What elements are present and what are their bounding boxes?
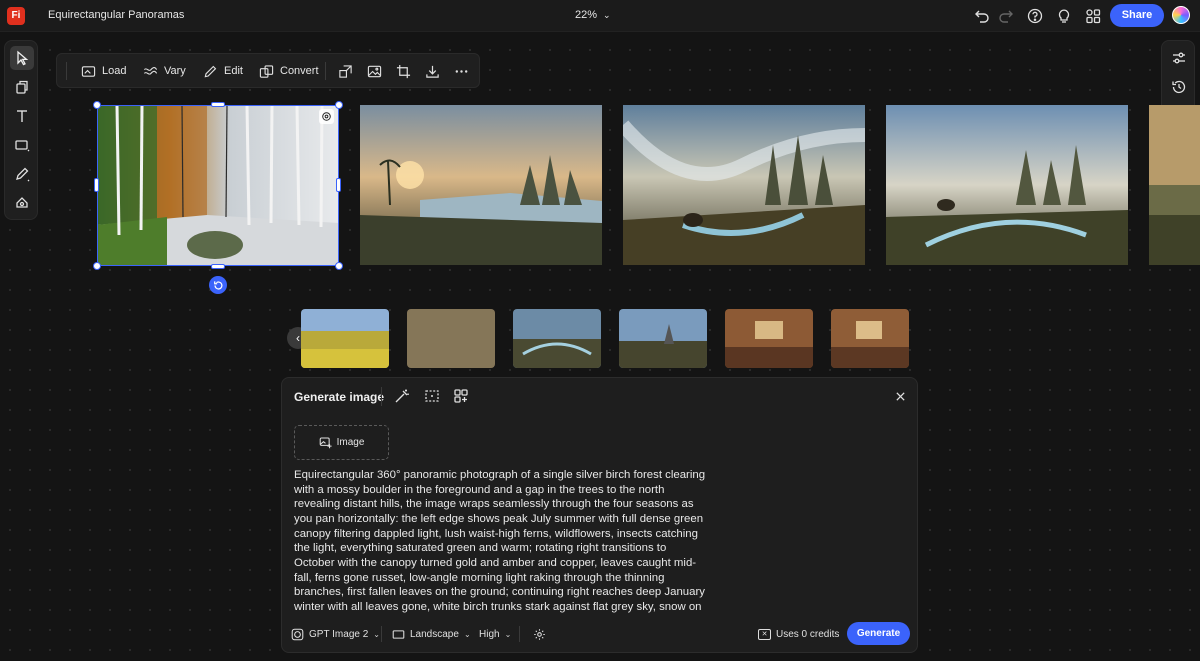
top-bar: Fi Equirectangular Panoramas 22% ⌄ Share bbox=[0, 0, 1200, 32]
download-icon[interactable] bbox=[423, 62, 441, 80]
aspect-selector[interactable]: Landscape ⌄ bbox=[392, 626, 471, 642]
layout-icon[interactable] bbox=[452, 387, 470, 405]
crop-icon[interactable] bbox=[394, 62, 412, 80]
panorama-partial-image[interactable] bbox=[1149, 105, 1200, 265]
divider bbox=[381, 626, 382, 642]
convert-button[interactable]: Convert bbox=[259, 62, 319, 80]
left-toolbar bbox=[4, 40, 38, 220]
divider bbox=[381, 387, 382, 406]
thumbnail-4[interactable] bbox=[619, 309, 707, 368]
image-reference-button[interactable]: Image bbox=[294, 425, 389, 460]
magic-wand-icon[interactable] bbox=[393, 387, 411, 405]
avatar[interactable] bbox=[1172, 6, 1190, 24]
app-logo[interactable]: Fi bbox=[7, 7, 25, 25]
image-icon[interactable] bbox=[365, 62, 383, 80]
thumbnail-2[interactable] bbox=[407, 309, 495, 368]
model-icon bbox=[291, 628, 304, 640]
model-label: GPT Image 2 bbox=[309, 628, 369, 640]
credits-indicator: ✕ Uses 0 credits bbox=[758, 626, 839, 642]
thumbnail-3[interactable] bbox=[513, 309, 601, 368]
quality-selector[interactable]: High ⌄ bbox=[479, 626, 511, 642]
edit-button[interactable]: Edit bbox=[203, 62, 243, 80]
image-add-icon bbox=[319, 437, 332, 449]
apps-icon[interactable] bbox=[1084, 7, 1102, 25]
chevron-down-icon: ⌄ bbox=[373, 629, 380, 639]
share-button[interactable]: Share bbox=[1110, 4, 1164, 27]
select-area-icon[interactable] bbox=[423, 387, 441, 405]
resize-handle[interactable] bbox=[93, 262, 101, 270]
rotate-icon[interactable] bbox=[209, 276, 227, 294]
load-icon bbox=[81, 65, 96, 77]
thumbnail-1[interactable] bbox=[301, 309, 389, 368]
landscape-icon bbox=[392, 629, 405, 639]
pen-icon[interactable] bbox=[10, 162, 34, 186]
context-toolbar: Load Vary Edit Convert bbox=[56, 53, 480, 88]
insert-icon[interactable] bbox=[10, 75, 34, 99]
resize-handle[interactable] bbox=[211, 264, 225, 269]
resize-handle[interactable] bbox=[336, 178, 341, 192]
panel-title: Generate image bbox=[294, 390, 385, 404]
redo-icon[interactable] bbox=[997, 7, 1015, 25]
chevron-down-icon: ⌄ bbox=[463, 629, 471, 639]
prompt-textarea[interactable]: Equirectangular 360° panoramic photograp… bbox=[294, 468, 709, 615]
fill-icon[interactable] bbox=[10, 191, 34, 215]
model-selector[interactable]: GPT Image 2 ⌄ bbox=[291, 626, 380, 642]
convert-icon bbox=[259, 64, 274, 78]
divider bbox=[66, 62, 67, 80]
divider bbox=[519, 626, 520, 642]
thumbnail-6[interactable] bbox=[831, 309, 909, 368]
ai-generated-icon[interactable] bbox=[319, 109, 334, 124]
panorama-seasons-image[interactable] bbox=[97, 105, 339, 265]
history-icon[interactable] bbox=[1170, 78, 1188, 96]
panorama-dinosaur-image-3[interactable] bbox=[886, 105, 1128, 265]
credits-icon: ✕ bbox=[758, 628, 771, 640]
adjustments-icon[interactable] bbox=[1170, 49, 1188, 67]
edit-label: Edit bbox=[224, 65, 243, 77]
generate-button[interactable]: Generate bbox=[847, 622, 910, 645]
settings-icon[interactable] bbox=[533, 626, 546, 642]
quality-label: High bbox=[479, 628, 500, 640]
panel-footer: GPT Image 2 ⌄ Landscape ⌄ High ⌄ ✕ Uses … bbox=[282, 622, 919, 646]
chevron-down-icon: ⌄ bbox=[603, 10, 611, 20]
thumbnail-5[interactable] bbox=[725, 309, 813, 368]
credits-label: Uses 0 credits bbox=[776, 628, 840, 640]
lightbulb-icon[interactable] bbox=[1055, 7, 1073, 25]
convert-label: Convert bbox=[280, 65, 319, 77]
help-icon[interactable] bbox=[1026, 7, 1044, 25]
upscale-icon[interactable] bbox=[336, 62, 354, 80]
edit-icon bbox=[204, 65, 217, 77]
shape-icon[interactable] bbox=[10, 133, 34, 157]
aspect-label: Landscape bbox=[410, 628, 459, 640]
vary-label: Vary bbox=[164, 65, 186, 77]
panorama-dinosaur-image-2[interactable] bbox=[623, 105, 865, 265]
load-button[interactable]: Load bbox=[81, 62, 126, 80]
undo-icon[interactable] bbox=[973, 7, 991, 25]
chevron-down-icon: ⌄ bbox=[504, 629, 512, 639]
text-icon[interactable] bbox=[10, 104, 34, 128]
image-button-label: Image bbox=[336, 437, 365, 448]
close-icon[interactable] bbox=[892, 388, 908, 404]
select-icon[interactable] bbox=[10, 46, 34, 70]
resize-handle[interactable] bbox=[335, 101, 343, 109]
divider bbox=[325, 62, 326, 80]
resize-handle[interactable] bbox=[211, 102, 225, 107]
more-icon[interactable] bbox=[452, 62, 470, 80]
resize-handle[interactable] bbox=[94, 178, 99, 192]
vary-icon bbox=[143, 66, 158, 75]
panorama-dinosaur-image-1[interactable] bbox=[360, 105, 602, 265]
zoom-value: 22% bbox=[575, 9, 598, 21]
zoom-control[interactable]: 22% ⌄ bbox=[575, 9, 611, 21]
document-title[interactable]: Equirectangular Panoramas bbox=[48, 9, 184, 21]
generate-image-panel: Generate image Image Equirectangular 360… bbox=[281, 377, 918, 653]
vary-button[interactable]: Vary bbox=[143, 62, 186, 80]
resize-handle[interactable] bbox=[93, 101, 101, 109]
resize-handle[interactable] bbox=[335, 262, 343, 270]
load-label: Load bbox=[102, 65, 127, 77]
